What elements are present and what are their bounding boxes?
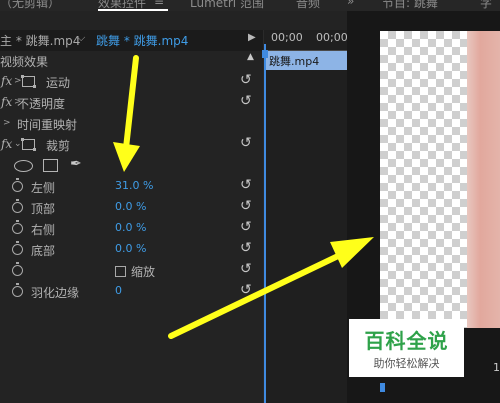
motion-transform-icon[interactable] bbox=[21, 75, 36, 88]
reset-icon[interactable]: ↺ bbox=[240, 198, 252, 214]
effect-timeline[interactable]: 00;00 00;00 跳舞.mp4 bbox=[262, 30, 348, 403]
monitor-playhead[interactable] bbox=[380, 383, 385, 392]
watermark-subtitle: 助你轻松解决 bbox=[373, 357, 440, 370]
chevron-right-icon[interactable]: > bbox=[3, 118, 11, 128]
effect-label: 不透明度 bbox=[17, 97, 66, 111]
reset-icon[interactable]: ↺ bbox=[240, 72, 252, 88]
tab-program-monitor[interactable]: 节目: 跳舞 bbox=[382, 0, 438, 11]
param-value[interactable]: 0 bbox=[115, 284, 122, 297]
panel-tab-bar: （无剪辑） 效果控件 ≡ Lumetri 范围 音频 » 节目: 跳舞 字 bbox=[0, 0, 500, 11]
param-row-right[interactable]: 右侧 0.0 % ↺ bbox=[0, 219, 263, 239]
effect-label: 运动 bbox=[46, 76, 71, 90]
param-row-bottom[interactable]: 底部 0.0 % ↺ bbox=[0, 240, 263, 260]
param-label: 顶部 bbox=[31, 202, 56, 216]
timeline-clip[interactable]: 跳舞.mp4 bbox=[266, 51, 347, 70]
reset-icon[interactable]: ↺ bbox=[240, 240, 252, 256]
effect-row-time-remap[interactable]: > 时间重映射 bbox=[0, 114, 263, 134]
timeline-clip-label: 跳舞.mp4 bbox=[269, 55, 320, 68]
tab-overflow-icon[interactable]: » bbox=[347, 0, 354, 8]
play-icon[interactable]: ▶ bbox=[248, 32, 256, 43]
fx-badge[interactable]: fx bbox=[1, 137, 12, 151]
param-label: 羽化边缘 bbox=[31, 286, 80, 300]
collapse-icon[interactable]: ▲ bbox=[247, 52, 254, 62]
effect-label: 时间重映射 bbox=[17, 118, 78, 132]
effect-row-motion[interactable]: fx > 运动 ↺ bbox=[0, 72, 263, 92]
param-value[interactable]: 0.0 % bbox=[115, 242, 146, 255]
zoom-checkbox-label: 缩放 bbox=[131, 265, 156, 279]
effect-row-crop[interactable]: fx ⌄ 裁剪 ↺ bbox=[0, 135, 263, 155]
active-tab-underline bbox=[98, 9, 168, 11]
tab-lumetri-scopes[interactable]: Lumetri 范围 bbox=[190, 0, 264, 11]
stopwatch-icon[interactable] bbox=[12, 178, 23, 192]
fx-badge[interactable]: fx bbox=[1, 95, 12, 109]
stopwatch-icon[interactable] bbox=[12, 262, 23, 276]
param-value[interactable]: 0.0 % bbox=[115, 200, 146, 213]
section-header-video-effects: 视频效果 ▲ bbox=[0, 51, 263, 71]
param-label: 底部 bbox=[31, 244, 56, 258]
playhead[interactable] bbox=[262, 44, 268, 403]
video-frame-visible-area bbox=[467, 31, 500, 328]
tab-source[interactable]: （无剪辑） bbox=[0, 0, 60, 11]
effect-label: 裁剪 bbox=[46, 139, 71, 153]
monitor-timecode-partial: 1 bbox=[493, 361, 500, 374]
param-value[interactable]: 0.0 % bbox=[115, 221, 146, 234]
param-row-top[interactable]: 顶部 0.0 % ↺ bbox=[0, 198, 263, 218]
reset-icon[interactable]: ↺ bbox=[240, 282, 252, 298]
clip-header: 主 * 跳舞.mp4 ⌵ 跳舞 * 跳舞.mp4 ▶ bbox=[0, 30, 263, 51]
watermark-title: 百科全说 bbox=[364, 329, 449, 353]
reset-icon[interactable]: ↺ bbox=[240, 177, 252, 193]
pen-mask-icon[interactable]: ✒ bbox=[70, 156, 82, 172]
stopwatch-icon[interactable] bbox=[12, 199, 23, 213]
tab-partial[interactable]: 字 bbox=[480, 0, 492, 11]
stopwatch-icon[interactable] bbox=[12, 241, 23, 255]
reset-icon[interactable]: ↺ bbox=[240, 219, 252, 235]
ellipse-mask-icon[interactable] bbox=[14, 160, 33, 172]
reset-icon[interactable]: ↺ bbox=[240, 135, 252, 151]
watermark-logo: 百科全说 助你轻松解决 bbox=[349, 319, 464, 377]
param-row-zoom[interactable]: 缩放 ↺ bbox=[0, 261, 263, 281]
param-row-feather[interactable]: 羽化边缘 0 ↺ bbox=[0, 282, 263, 302]
reset-icon[interactable]: ↺ bbox=[240, 261, 252, 277]
tab-audio[interactable]: 音频 bbox=[296, 0, 320, 11]
chevron-down-icon[interactable]: ⌵ bbox=[77, 31, 85, 45]
zoom-checkbox[interactable] bbox=[115, 266, 126, 277]
stopwatch-icon[interactable] bbox=[12, 220, 23, 234]
param-value[interactable]: 31.0 % bbox=[115, 179, 153, 192]
stopwatch-icon[interactable] bbox=[12, 283, 23, 297]
fx-badge[interactable]: fx bbox=[1, 74, 12, 88]
section-title: 视频效果 bbox=[0, 55, 49, 69]
time-ruler[interactable] bbox=[264, 43, 348, 51]
effect-row-opacity[interactable]: fx > 不透明度 ↺ bbox=[0, 93, 263, 113]
param-label: 左侧 bbox=[31, 181, 56, 195]
reset-icon[interactable]: ↺ bbox=[240, 93, 252, 109]
param-row-left[interactable]: 左侧 31.0 % ↺ bbox=[0, 177, 263, 197]
mask-tools-row: ✒ bbox=[0, 156, 263, 176]
param-label: 右侧 bbox=[31, 223, 56, 237]
panel-menu-icon[interactable]: ≡ bbox=[154, 0, 164, 8]
sequence-clip-label[interactable]: 跳舞 * 跳舞.mp4 bbox=[96, 32, 188, 49]
rectangle-mask-icon[interactable] bbox=[43, 159, 58, 172]
playhead-handle[interactable] bbox=[262, 50, 268, 58]
master-clip-label[interactable]: 主 * 跳舞.mp4 bbox=[0, 32, 80, 49]
crop-transform-icon[interactable] bbox=[21, 138, 36, 151]
